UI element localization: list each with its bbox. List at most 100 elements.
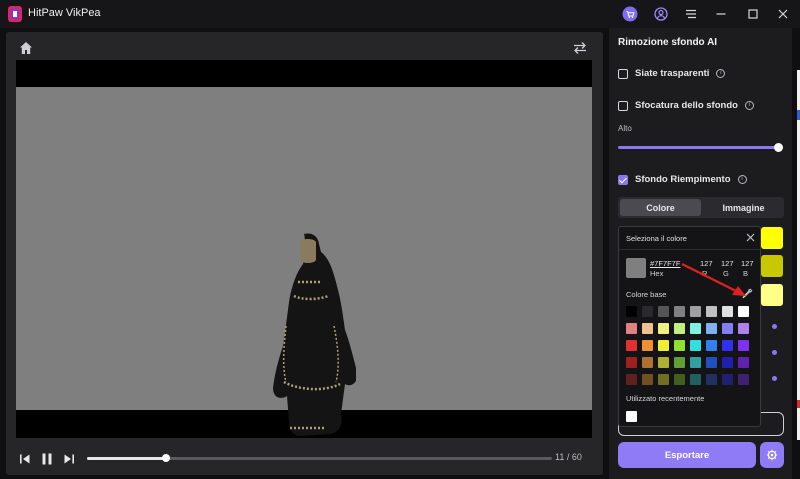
option-blur[interactable]: Sfocatura dello sfondo i (618, 100, 754, 111)
palette-color-swatch[interactable] (722, 357, 733, 368)
cart-icon (622, 6, 638, 22)
subject-figure (273, 233, 356, 436)
menu-button[interactable] (682, 5, 700, 23)
color-picker-popup: Seleziona il colore #7F7F7F Hex 127 R 12… (618, 226, 761, 427)
gear-icon (766, 449, 778, 461)
palette-color-swatch[interactable] (626, 323, 637, 334)
checkbox-blur[interactable] (618, 100, 628, 111)
app-logo-icon (8, 6, 22, 22)
palette-color-swatch[interactable] (674, 374, 685, 385)
checkbox-transparent[interactable] (618, 68, 628, 79)
home-icon[interactable] (19, 41, 33, 55)
option-blur-label: Sfocatura dello sfondo (635, 100, 738, 111)
palette-color-swatch[interactable] (674, 357, 685, 368)
palette-color-swatch[interactable] (738, 323, 749, 334)
palette-color-swatch[interactable] (722, 323, 733, 334)
prev-frame-icon[interactable] (18, 452, 32, 466)
blur-slider-thumb[interactable] (774, 143, 783, 152)
blur-level-label: Alto (618, 124, 632, 133)
export-button[interactable]: Esportare (618, 442, 756, 468)
swap-icon[interactable] (572, 41, 588, 55)
pause-icon[interactable] (40, 452, 54, 466)
color-swatch-light-yellow[interactable] (761, 284, 783, 306)
palette-color-swatch[interactable] (674, 323, 685, 334)
account-icon (654, 7, 668, 21)
hex-input[interactable]: #7F7F7F (650, 259, 680, 268)
palette-color-swatch[interactable] (722, 340, 733, 351)
palette-color-swatch[interactable] (642, 357, 653, 368)
palette-color-swatch[interactable] (690, 374, 701, 385)
tab-image[interactable]: Immagine (703, 197, 784, 218)
option-transparent[interactable]: Siate trasparenti i (618, 68, 726, 79)
app-title: HitPaw VikPea (28, 7, 101, 19)
info-icon[interactable]: i (716, 69, 726, 78)
palette-color-swatch[interactable] (706, 340, 717, 351)
palette-color-swatch[interactable] (690, 306, 701, 317)
palette-color-swatch[interactable] (658, 306, 669, 317)
palette-color-swatch[interactable] (674, 306, 685, 317)
palette-color-swatch[interactable] (626, 374, 637, 385)
minimize-button[interactable] (712, 5, 730, 23)
palette-color-swatch[interactable] (738, 306, 749, 317)
account-button[interactable] (652, 5, 670, 23)
palette-color-swatch[interactable] (658, 323, 669, 334)
hex-label: Hex (650, 269, 664, 278)
export-settings-button[interactable] (760, 442, 784, 468)
preview-panel: 11 / 60 (6, 32, 603, 475)
progress-track[interactable] (87, 454, 552, 462)
annotation-arrow-icon (681, 263, 746, 296)
option-fill-label: Sfondo Riempimento (635, 174, 731, 185)
next-frame-icon[interactable] (62, 452, 76, 466)
palette-color-swatch[interactable] (722, 374, 733, 385)
fill-background (16, 87, 592, 436)
base-color-palette (626, 306, 749, 385)
palette-color-swatch[interactable] (738, 340, 749, 351)
palette-color-swatch[interactable] (706, 374, 717, 385)
option-transparent-label: Siate trasparenti (635, 68, 710, 79)
app-window: HitPaw VikPea 11 / 60 Rimozione sfondo A… (0, 0, 800, 479)
palette-color-swatch[interactable] (706, 306, 717, 317)
palette-color-swatch[interactable] (706, 357, 717, 368)
palette-color-swatch[interactable] (658, 374, 669, 385)
close-icon (778, 9, 788, 19)
palette-color-swatch[interactable] (690, 340, 701, 351)
palette-color-swatch[interactable] (722, 306, 733, 317)
fill-type-tabs: Colore Immagine (618, 197, 784, 218)
info-icon[interactable]: i (737, 175, 747, 184)
cart-button[interactable] (621, 5, 639, 23)
palette-color-swatch[interactable] (642, 340, 653, 351)
palette-color-swatch[interactable] (626, 340, 637, 351)
color-swatch-olive[interactable] (761, 255, 783, 277)
panel-title: Rimozione sfondo AI (618, 37, 718, 48)
progress-thumb[interactable] (162, 454, 171, 462)
background-window-strip (797, 70, 800, 440)
palette-color-swatch[interactable] (626, 306, 637, 317)
close-icon[interactable] (746, 233, 755, 242)
palette-color-swatch[interactable] (658, 340, 669, 351)
menu-icon (686, 9, 696, 19)
palette-color-swatch[interactable] (626, 357, 637, 368)
frame-counter: 11 / 60 (555, 452, 582, 462)
palette-color-swatch[interactable] (706, 323, 717, 334)
palette-color-swatch[interactable] (642, 374, 653, 385)
palette-color-swatch[interactable] (674, 340, 685, 351)
palette-color-swatch[interactable] (690, 357, 701, 368)
swatch-dot (772, 324, 777, 329)
checkbox-fill[interactable] (618, 174, 628, 185)
progress-fill (87, 457, 167, 460)
info-icon[interactable]: i (744, 101, 754, 110)
swatch-dot (772, 350, 777, 355)
palette-color-swatch[interactable] (690, 323, 701, 334)
blur-slider-track[interactable] (618, 146, 779, 149)
option-fill[interactable]: Sfondo Riempimento i (618, 174, 747, 185)
tab-color[interactable]: Colore (620, 199, 701, 216)
maximize-button[interactable] (744, 5, 762, 23)
recent-color-swatch[interactable] (626, 411, 637, 422)
palette-color-swatch[interactable] (658, 357, 669, 368)
palette-color-swatch[interactable] (642, 323, 653, 334)
close-button[interactable] (774, 5, 792, 23)
palette-color-swatch[interactable] (738, 374, 749, 385)
palette-color-swatch[interactable] (738, 357, 749, 368)
palette-color-swatch[interactable] (642, 306, 653, 317)
color-swatch-yellow[interactable] (761, 227, 783, 249)
